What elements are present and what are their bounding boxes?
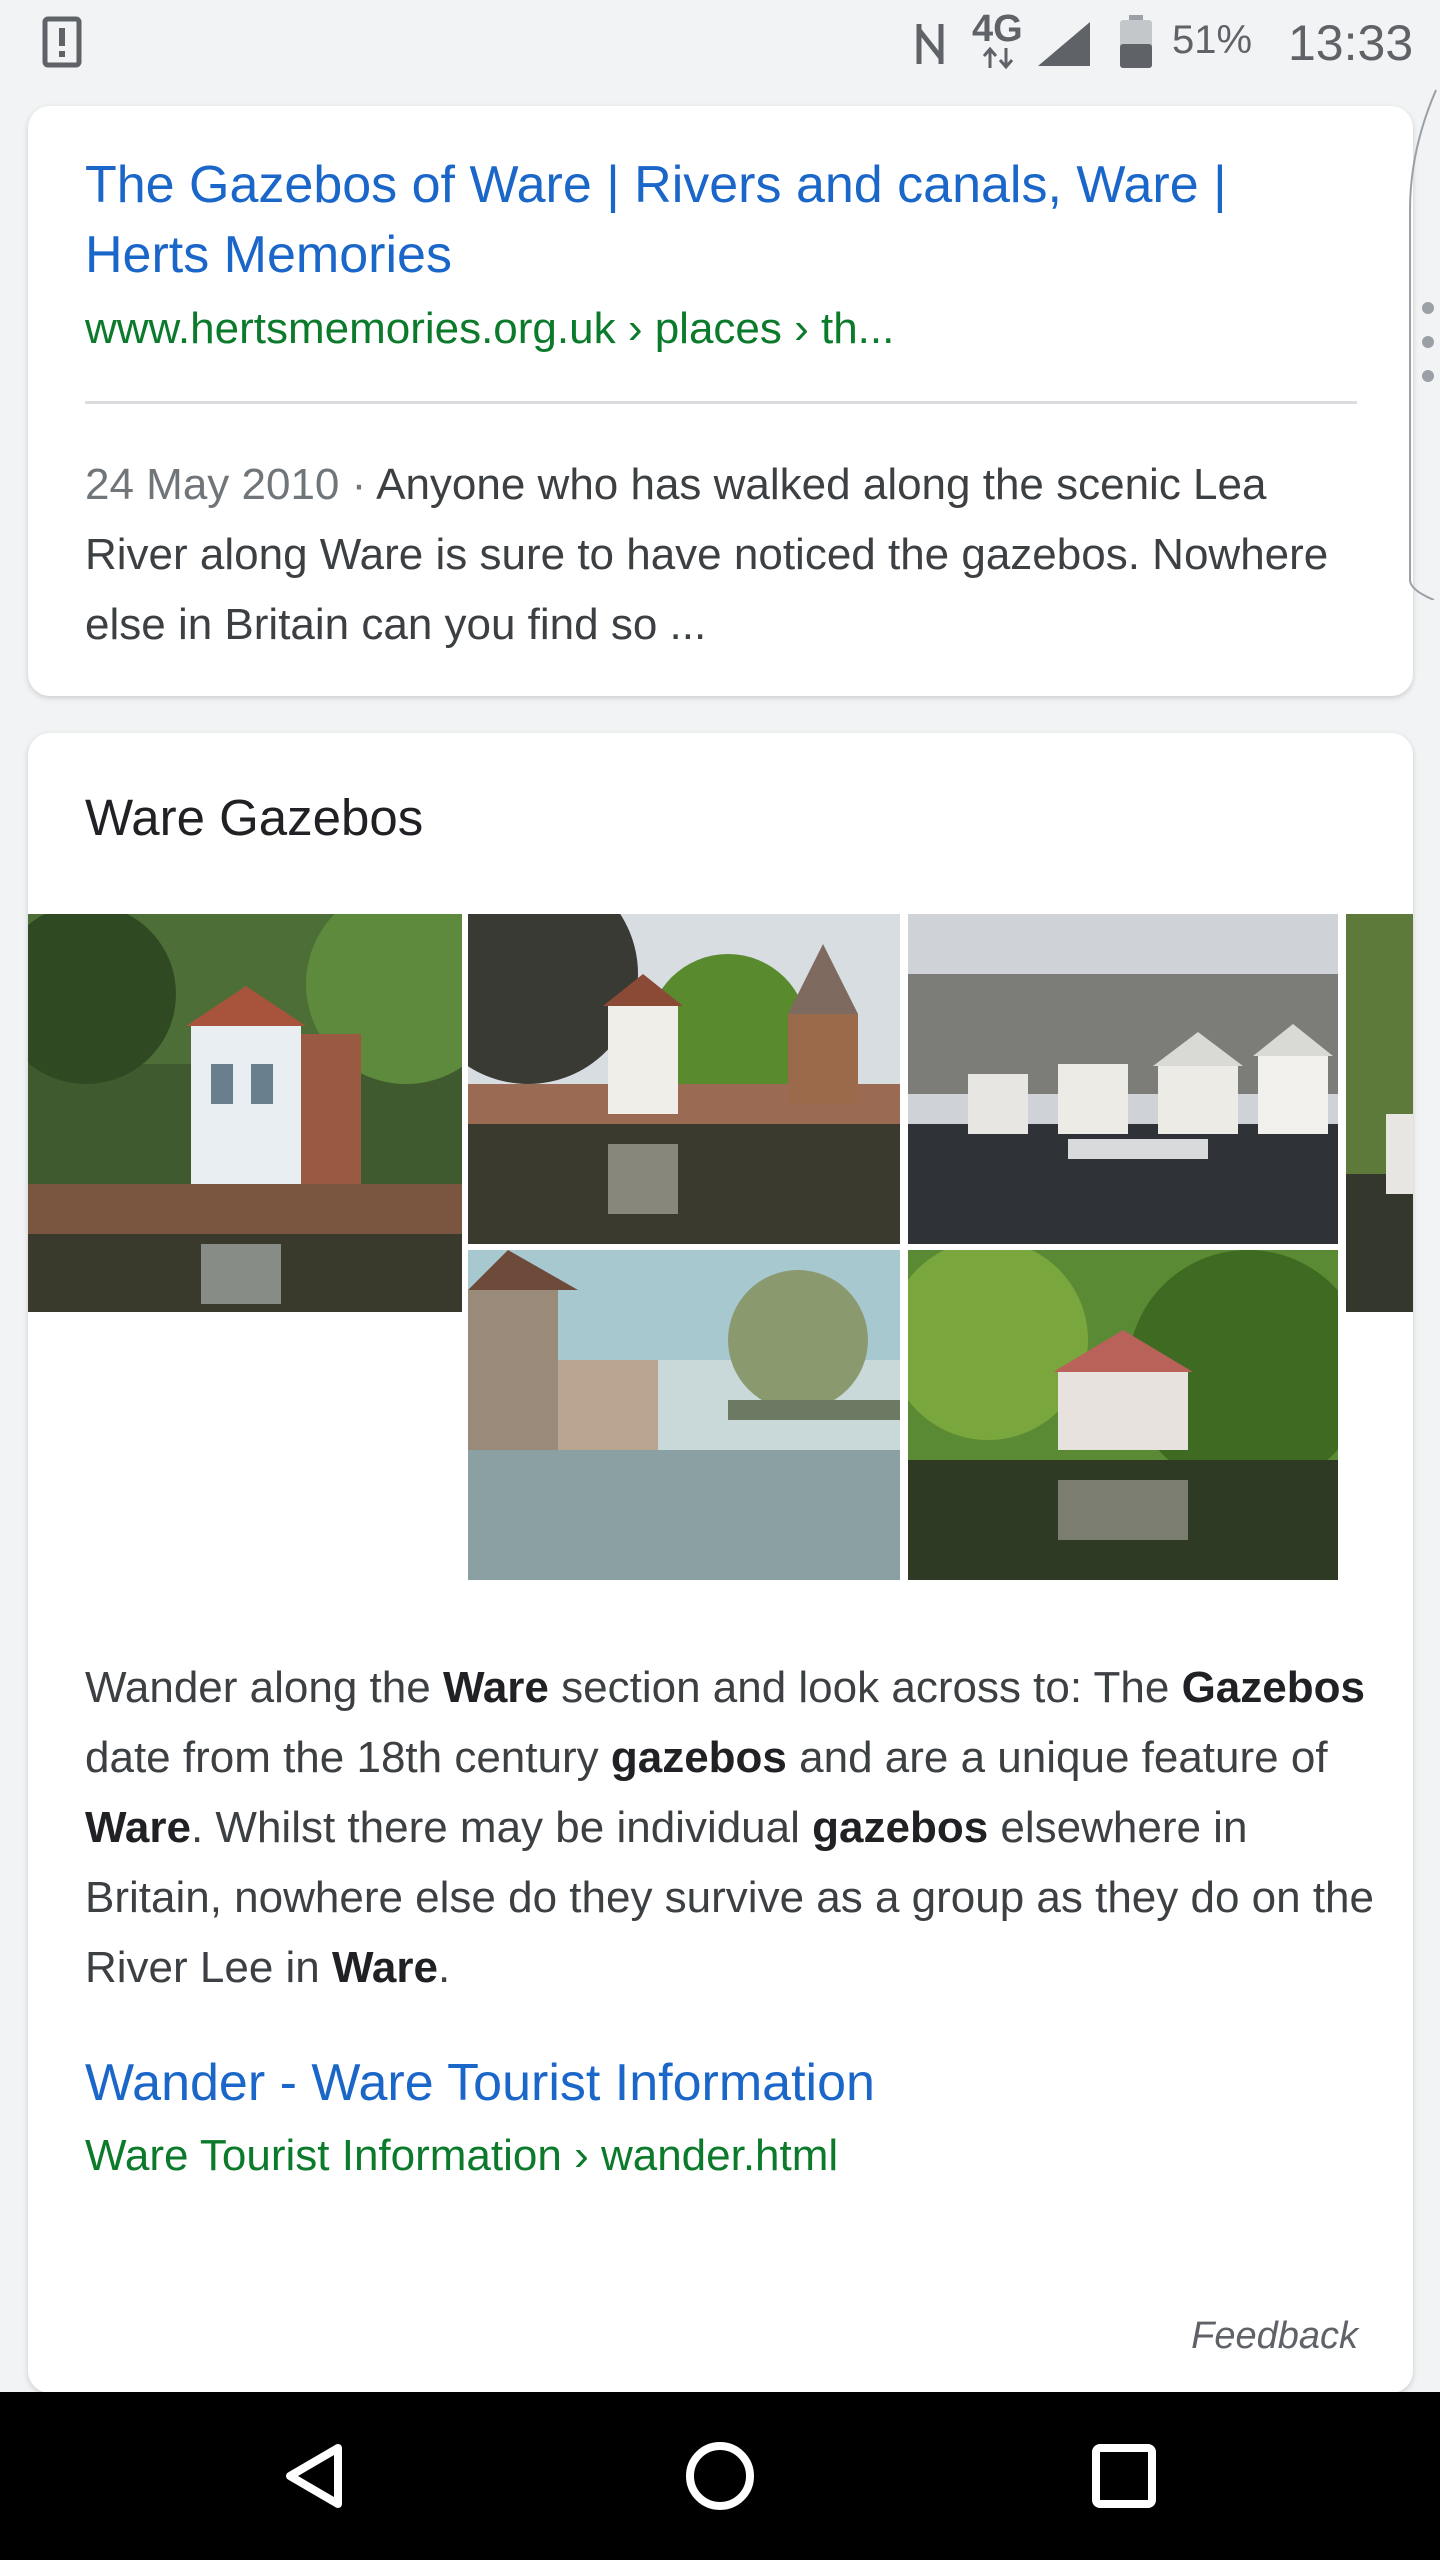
desc-segment: . Whilst there may be individual — [190, 1803, 813, 1852]
back-icon[interactable] — [266, 2426, 366, 2526]
source-url[interactable]: Ware Tourist Information › wander.html — [85, 2131, 838, 2181]
network-label: 4G — [972, 8, 1023, 50]
feedback-link[interactable]: Feedback — [1191, 2315, 1358, 2358]
desc-bold: Ware — [332, 1943, 438, 1992]
gazebo-image-1[interactable] — [28, 914, 462, 1312]
data-arrows-icon — [982, 46, 1014, 70]
desc-bold: gazebos — [812, 1803, 989, 1852]
result-snippet: 24 May 2010 · Anyone who has walked alon… — [85, 450, 1375, 660]
recents-icon[interactable] — [1074, 2426, 1174, 2526]
desc-segment: . — [437, 1943, 451, 1992]
search-result-card: The Gazebos of Ware | Rivers and canals,… — [28, 106, 1413, 696]
clock: 13:33 — [1288, 15, 1414, 71]
status-bar: 4G 51% 13:33 — [0, 0, 1440, 88]
desc-bold: Ware — [442, 1663, 549, 1712]
nfc-icon — [916, 24, 944, 64]
battery-percentage: 51% — [1172, 18, 1253, 62]
desc-bold: Gazebos — [1181, 1663, 1365, 1712]
desc-bold: gazebos — [610, 1733, 787, 1782]
home-icon[interactable] — [670, 2426, 770, 2526]
desc-segment: and are a unique feature of — [786, 1733, 1328, 1782]
gazebo-image-5[interactable] — [468, 1250, 900, 1580]
alert-icon — [42, 16, 82, 68]
result-date: 24 May 2010 — [85, 460, 340, 509]
card-heading: Ware Gazebos — [85, 789, 424, 846]
knowledge-description: Wander along the Ware section and look a… — [85, 1653, 1385, 2003]
battery-icon — [1120, 15, 1152, 68]
result-title-link[interactable]: The Gazebos of Ware | Rivers and canals,… — [85, 150, 1355, 290]
gazebo-image-4[interactable] — [1346, 914, 1413, 1312]
signal-icon — [1038, 22, 1090, 66]
date-separator: · — [339, 460, 377, 509]
result-url[interactable]: www.hertsmemories.org.uk › places › th..… — [85, 304, 894, 354]
desc-segment: section and look across to: The — [548, 1663, 1182, 1712]
knowledge-card: Ware Gazebos Wander along the Ware secti… — [28, 733, 1413, 2393]
desc-bold: Ware — [85, 1803, 191, 1852]
source-title-link[interactable]: Wander - Ware Tourist Information — [85, 2053, 875, 2113]
scroll-handle[interactable] — [1404, 80, 1440, 600]
desc-segment: Wander along the — [85, 1663, 443, 1712]
gazebo-image-3[interactable] — [908, 914, 1338, 1244]
navigation-bar — [0, 2392, 1440, 2560]
divider — [85, 401, 1357, 404]
gazebo-image-2[interactable] — [468, 914, 900, 1244]
gazebo-image-6[interactable] — [908, 1250, 1338, 1580]
desc-segment: date from the 18th century — [85, 1733, 611, 1782]
